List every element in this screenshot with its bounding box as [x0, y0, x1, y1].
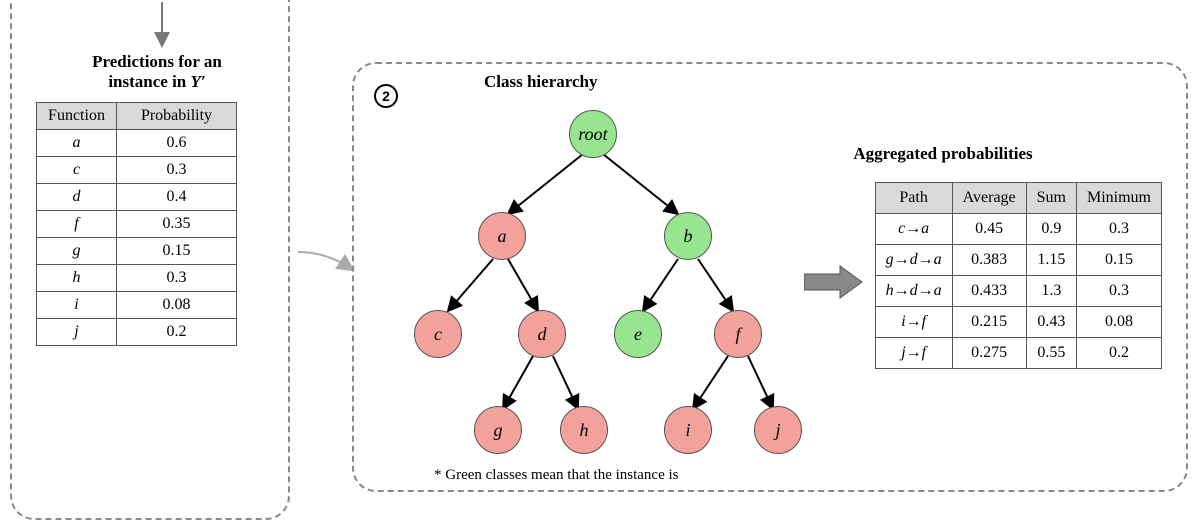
cell-sum: 1.15 — [1026, 245, 1076, 276]
cell-prob: 0.08 — [117, 292, 237, 319]
big-arrow-icon — [804, 264, 864, 300]
node-b: b — [664, 212, 712, 260]
cell-sum: 0.43 — [1026, 307, 1076, 338]
tree-area: root a b c d e f g h i j — [378, 106, 808, 466]
pred-title-Y: Y′ — [191, 72, 206, 91]
node-d: d — [518, 310, 566, 358]
connector-arrow-icon — [296, 250, 356, 280]
cell-path: g→d→a — [875, 245, 952, 276]
cell-func: j — [37, 319, 117, 346]
cell-min: 0.3 — [1076, 276, 1161, 307]
table-row: i0.08 — [37, 292, 237, 319]
cell-path: i→f — [875, 307, 952, 338]
cell-func: g — [37, 238, 117, 265]
table-row: h0.3 — [37, 265, 237, 292]
cell-min: 0.2 — [1076, 338, 1161, 369]
cell-sum: 0.55 — [1026, 338, 1076, 369]
table-row: a0.6 — [37, 130, 237, 157]
pred-title-line1: Predictions for an — [92, 52, 222, 71]
class-hierarchy-title: Class hierarchy — [484, 72, 598, 92]
node-g: g — [474, 406, 522, 454]
col-path: Path — [875, 183, 952, 214]
node-c: c — [414, 310, 462, 358]
cell-sum: 1.3 — [1026, 276, 1076, 307]
predictions-table: Function Probability a0.6 c0.3 d0.4 f0.3… — [36, 102, 237, 346]
footnote: * Green classes mean that the instance i… — [434, 467, 679, 484]
cell-avg: 0.275 — [952, 338, 1026, 369]
cell-avg: 0.433 — [952, 276, 1026, 307]
node-e: e — [614, 310, 662, 358]
table-row: h→d→a0.4331.30.3 — [875, 276, 1161, 307]
cell-avg: 0.215 — [952, 307, 1026, 338]
cell-path: c→a — [875, 214, 952, 245]
cell-prob: 0.6 — [117, 130, 237, 157]
table-row: f0.35 — [37, 211, 237, 238]
step-2-badge: 2 — [374, 84, 398, 108]
col-sum: Sum — [1026, 183, 1076, 214]
node-i: i — [664, 406, 712, 454]
cell-func: h — [37, 265, 117, 292]
aggregated-title: Aggregated probabilities — [758, 144, 1128, 164]
table-row: g→d→a0.3831.150.15 — [875, 245, 1161, 276]
node-j: j — [754, 406, 802, 454]
table-row: j0.2 — [37, 319, 237, 346]
cell-avg: 0.383 — [952, 245, 1026, 276]
cell-prob: 0.15 — [117, 238, 237, 265]
cell-func: d — [37, 184, 117, 211]
cell-func: f — [37, 211, 117, 238]
pred-title-line2-prefix: instance in — [108, 72, 190, 91]
node-f: f — [714, 310, 762, 358]
cell-prob: 0.3 — [117, 157, 237, 184]
cell-min: 0.15 — [1076, 245, 1161, 276]
arrow-down-icon — [152, 2, 172, 48]
col-function: Function — [37, 103, 117, 130]
cell-func: a — [37, 130, 117, 157]
cell-min: 0.08 — [1076, 307, 1161, 338]
cell-path: j→f — [875, 338, 952, 369]
cell-prob: 0.2 — [117, 319, 237, 346]
cell-prob: 0.3 — [117, 265, 237, 292]
cell-path: h→d→a — [875, 276, 952, 307]
node-root: root — [569, 110, 617, 158]
cell-avg: 0.45 — [952, 214, 1026, 245]
cell-func: i — [37, 292, 117, 319]
predictions-title: Predictions for an instance in Y′ — [52, 52, 262, 93]
cell-sum: 0.9 — [1026, 214, 1076, 245]
left-panel: 1 HMC classifier (Random forest) Predict… — [10, 0, 290, 520]
node-h: h — [560, 406, 608, 454]
col-minimum: Minimum — [1076, 183, 1161, 214]
cell-prob: 0.35 — [117, 211, 237, 238]
aggregated-table: Path Average Sum Minimum c→a0.450.90.3 g… — [875, 182, 1162, 369]
table-row: j→f0.2750.550.2 — [875, 338, 1161, 369]
col-probability: Probability — [117, 103, 237, 130]
node-a: a — [478, 212, 526, 260]
table-row: i→f0.2150.430.08 — [875, 307, 1161, 338]
cell-func: c — [37, 157, 117, 184]
cell-min: 0.3 — [1076, 214, 1161, 245]
right-panel: 2 Class hierarchy root a b c d e f — [352, 62, 1188, 492]
table-row: g0.15 — [37, 238, 237, 265]
col-average: Average — [952, 183, 1026, 214]
table-row: c→a0.450.90.3 — [875, 214, 1161, 245]
table-row: c0.3 — [37, 157, 237, 184]
table-row: d0.4 — [37, 184, 237, 211]
cell-prob: 0.4 — [117, 184, 237, 211]
